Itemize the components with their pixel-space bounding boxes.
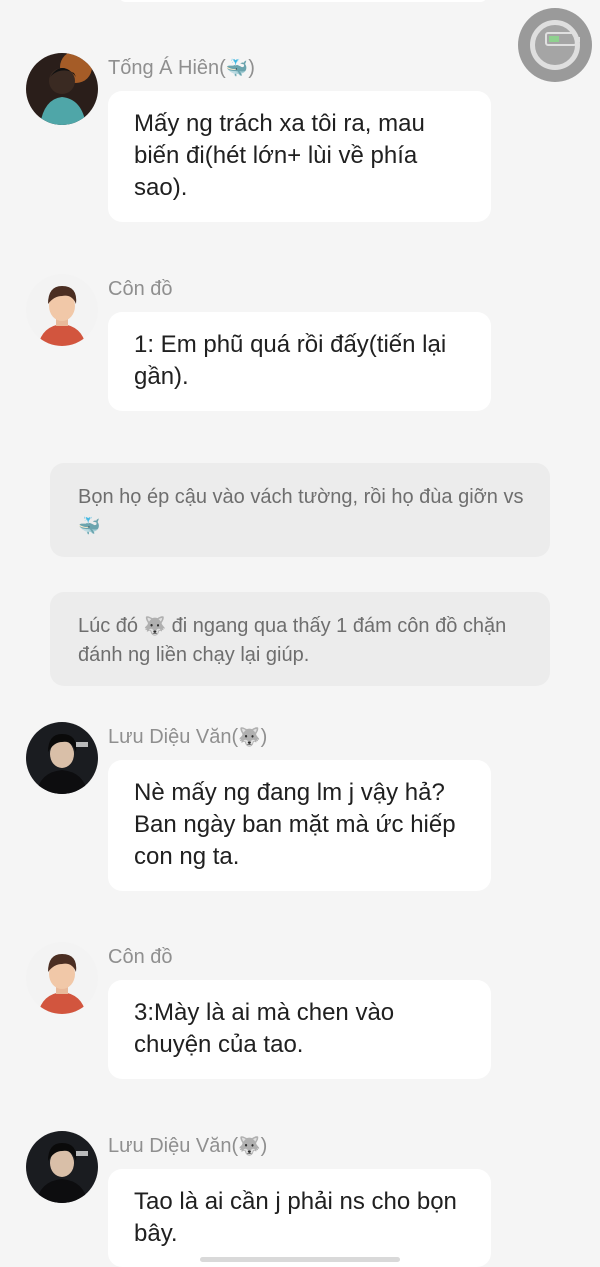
previous-message-bubble-edge (118, 0, 488, 2)
battery-charging-icon (545, 32, 580, 46)
message-bubble[interactable]: 3:Mày là ai mà chen vào chuyện của tao. (108, 980, 491, 1079)
avatar[interactable] (26, 1131, 98, 1203)
whale-emoji: 🐳 (225, 58, 249, 79)
whale-emoji: 🐳 (78, 516, 101, 537)
narration-box: Lúc đó 🐺 đi ngang qua thấy 1 đám côn đồ … (50, 592, 550, 686)
sender-name: Tống Á Hiên(🐳) (108, 57, 255, 79)
narration-box: Bọn họ ép cậu vào vách tường, rồi họ đùa… (50, 463, 550, 557)
home-indicator[interactable] (200, 1257, 400, 1262)
avatar[interactable] (26, 274, 98, 346)
message-bubble[interactable]: Tao là ai cần j phải ns cho bọn bây. (108, 1169, 491, 1267)
wolf-emoji: 🐺 (238, 1136, 261, 1157)
avatar[interactable] (26, 942, 98, 1014)
sender-name: Côn đồ (108, 946, 173, 968)
message-bubble[interactable]: Nè mấy ng đang lm j vậy hả? Ban ngày ban… (108, 760, 491, 891)
message-bubble[interactable]: Mấy ng trách xa tôi ra, mau biến đi(hét … (108, 91, 491, 222)
avatar[interactable] (26, 722, 98, 794)
sender-name: Lưu Diệu Văn(🐺) (108, 1135, 268, 1157)
sender-name: Côn đồ (108, 278, 173, 300)
avatar[interactable] (26, 53, 98, 125)
sender-name: Lưu Diệu Văn(🐺) (108, 726, 268, 748)
message-bubble[interactable]: 1: Em phũ quá rồi đấy(tiến lại gần). (108, 312, 491, 411)
wolf-emoji: 🐺 (238, 727, 261, 748)
wolf-emoji: 🐺 (143, 616, 167, 637)
